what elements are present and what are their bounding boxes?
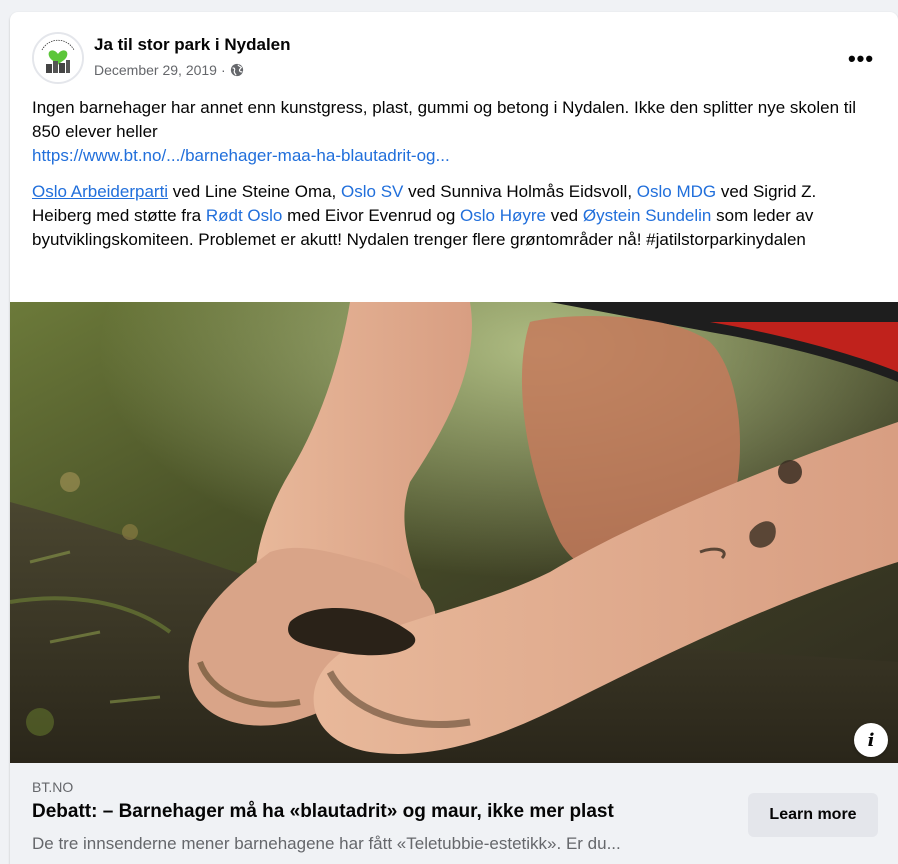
tag-oslo-arbeiderparti[interactable]: Oslo Arbeiderparti (32, 182, 168, 201)
post-paragraph: Ingen barnehager har annet enn kunstgres… (32, 96, 878, 168)
page-name[interactable]: Ja til stor park i Nydalen (94, 35, 291, 55)
globe-icon[interactable] (230, 63, 244, 77)
post-card: Ja til stor park i Nydalen December 29, … (10, 12, 898, 864)
preview-headline[interactable]: Debatt: – Barnehager må ha «blautadrit» … (32, 801, 732, 823)
tag-text: ved Sunniva Holmås Eidsvoll, (403, 182, 637, 201)
tag-rodt-oslo[interactable]: Rødt Oslo (206, 206, 283, 225)
tag-oslo-hoyre[interactable]: Oslo Høyre (460, 206, 546, 225)
page-avatar[interactable] (32, 32, 84, 84)
tag-oslo-sv[interactable]: Oslo SV (341, 182, 403, 201)
tag-oslo-mdg[interactable]: Oslo MDG (637, 182, 716, 201)
preview-description: De tre innsenderne mener barnehagene har… (32, 834, 621, 853)
tag-text: ved (546, 206, 583, 225)
meta-separator: · (220, 62, 226, 78)
avatar-logo-icon (34, 34, 82, 82)
article-link[interactable]: https://www.bt.no/.../barnehager-maa-ha-… (32, 146, 450, 165)
post-text: Ingen barnehager har annet enn kunstgres… (32, 96, 878, 264)
link-preview-image[interactable]: i (10, 302, 898, 763)
post-header: Ja til stor park i Nydalen December 29, … (32, 32, 882, 88)
more-horizontal-icon: ••• (847, 46, 875, 71)
preview-domain: BT.NO (32, 779, 74, 795)
children-hands-in-mud-photo (10, 302, 898, 763)
tag-text: med Eivor Evenrud og (282, 206, 461, 225)
post-tags-paragraph: Oslo Arbeiderparti ved Line Steine Oma, … (32, 180, 878, 252)
link-preview[interactable]: BT.NO Debatt: – Barnehager må ha «blauta… (10, 763, 898, 864)
info-button[interactable]: i (854, 723, 888, 757)
post-meta: December 29, 2019 · (94, 62, 244, 78)
tag-text: ved Line Steine Oma, (168, 182, 342, 201)
paragraph-text: Ingen barnehager har annet enn kunstgres… (32, 98, 857, 141)
post-date[interactable]: December 29, 2019 (94, 62, 217, 78)
tag-oystein-sundelin[interactable]: Øystein Sundelin (583, 206, 712, 225)
learn-more-button[interactable]: Learn more (748, 793, 878, 837)
more-options-button[interactable]: ••• (846, 44, 876, 74)
info-icon: i (867, 729, 875, 751)
